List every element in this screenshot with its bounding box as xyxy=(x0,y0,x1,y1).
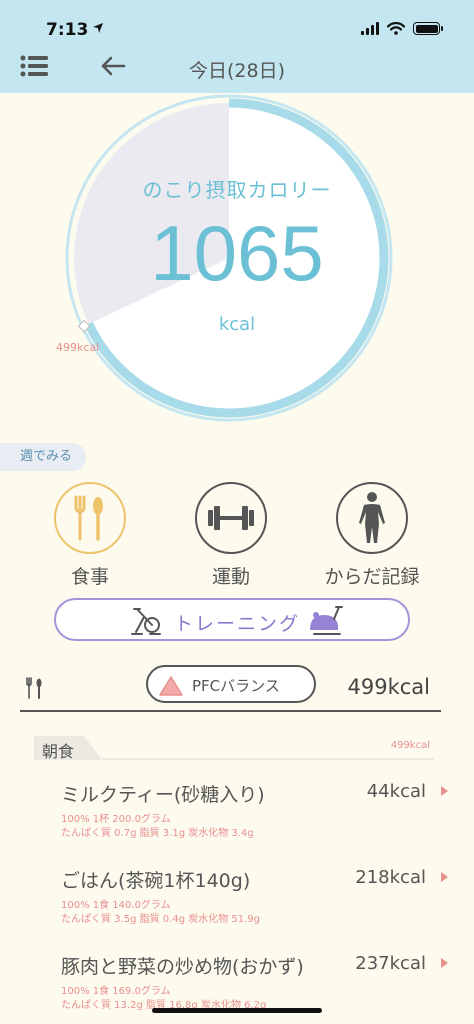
cutlery-icon xyxy=(54,482,126,554)
food-item-portion: 100% 1食 169.0グラム xyxy=(61,986,171,997)
consumed-marker-label: 499kcal xyxy=(56,341,100,354)
meal-header-band xyxy=(34,736,434,760)
meal-title: 朝食 xyxy=(42,742,75,761)
week-view-button[interactable]: 週でみる xyxy=(0,443,86,471)
food-item-nutrients: たんぱく質 3.5g 脂質 0.4g 炭水化物 51.9g xyxy=(61,914,261,925)
battery-icon xyxy=(413,22,443,35)
category-body-record-label: からだ記録 xyxy=(324,566,420,588)
pfc-balance-button[interactable]: PFCバランス xyxy=(146,665,316,703)
food-item[interactable]: ごはん(茶碗1杯140g) 218kcal 100% 1食 140.0グラム た… xyxy=(0,866,474,946)
food-item-calories: 237kcal xyxy=(355,953,426,974)
divider xyxy=(20,710,441,712)
food-item-calories: 44kcal xyxy=(366,781,426,802)
chevron-right-icon xyxy=(441,872,448,882)
food-item-name: ミルクティー(砂糖入り) xyxy=(61,784,265,806)
status-time: 7:13 xyxy=(46,20,89,40)
exercise-bike-icon xyxy=(310,606,343,635)
app-header: 7:13 今日(28日) xyxy=(0,0,474,93)
remaining-calorie-unit: kcal xyxy=(218,314,256,335)
food-item-nutrients: たんぱく質 0.7g 脂質 3.1g 炭水化物 3.4g xyxy=(61,828,254,839)
food-item-name: 豚肉と野菜の炒め物(おかず) xyxy=(61,956,304,978)
meal-calories: 499kcal xyxy=(390,740,430,751)
pfc-balance-label: PFCバランス xyxy=(192,677,280,695)
triangle-icon xyxy=(159,676,183,696)
category-meal-label: 食事 xyxy=(70,566,109,588)
remaining-calorie-label: のこり摂取カロリー xyxy=(142,178,332,202)
food-item-name: ごはん(茶碗1杯140g) xyxy=(61,870,251,892)
training-button-label: トレーニング xyxy=(174,613,301,635)
training-button[interactable]: トレーニング xyxy=(54,598,410,641)
page-title: 今日(28日) xyxy=(188,60,285,82)
food-item-calories: 218kcal xyxy=(355,867,426,888)
chevron-right-icon xyxy=(441,786,448,796)
total-calories: 499kcal xyxy=(347,675,431,699)
category-meal[interactable]: 食事 xyxy=(40,482,140,589)
chevron-right-icon xyxy=(441,958,448,968)
body-icon xyxy=(336,482,408,554)
location-arrow-icon xyxy=(93,23,103,33)
exercise-bike-icon xyxy=(131,608,161,635)
category-exercise-label: 運動 xyxy=(211,566,250,588)
cell-signal-icon xyxy=(361,22,379,35)
category-body-record[interactable]: からだ記録 xyxy=(322,482,422,589)
status-indicators xyxy=(361,22,443,35)
cutlery-icon xyxy=(26,677,42,699)
food-item[interactable]: ミルクティー(砂糖入り) 44kcal 100% 1杯 200.0グラム たんぱ… xyxy=(0,780,474,860)
food-item[interactable]: 豚肉と野菜の炒め物(おかず) 237kcal 100% 1食 169.0グラム … xyxy=(0,952,474,1024)
remaining-calorie-value: 1065 xyxy=(150,209,324,297)
dumbbell-icon xyxy=(195,482,267,554)
food-item-portion: 100% 1杯 200.0グラム xyxy=(61,814,171,825)
home-indicator xyxy=(152,1008,322,1013)
wifi-icon xyxy=(387,22,405,35)
food-item-portion: 100% 1食 140.0グラム xyxy=(61,900,171,911)
category-exercise[interactable]: 運動 xyxy=(181,482,281,589)
